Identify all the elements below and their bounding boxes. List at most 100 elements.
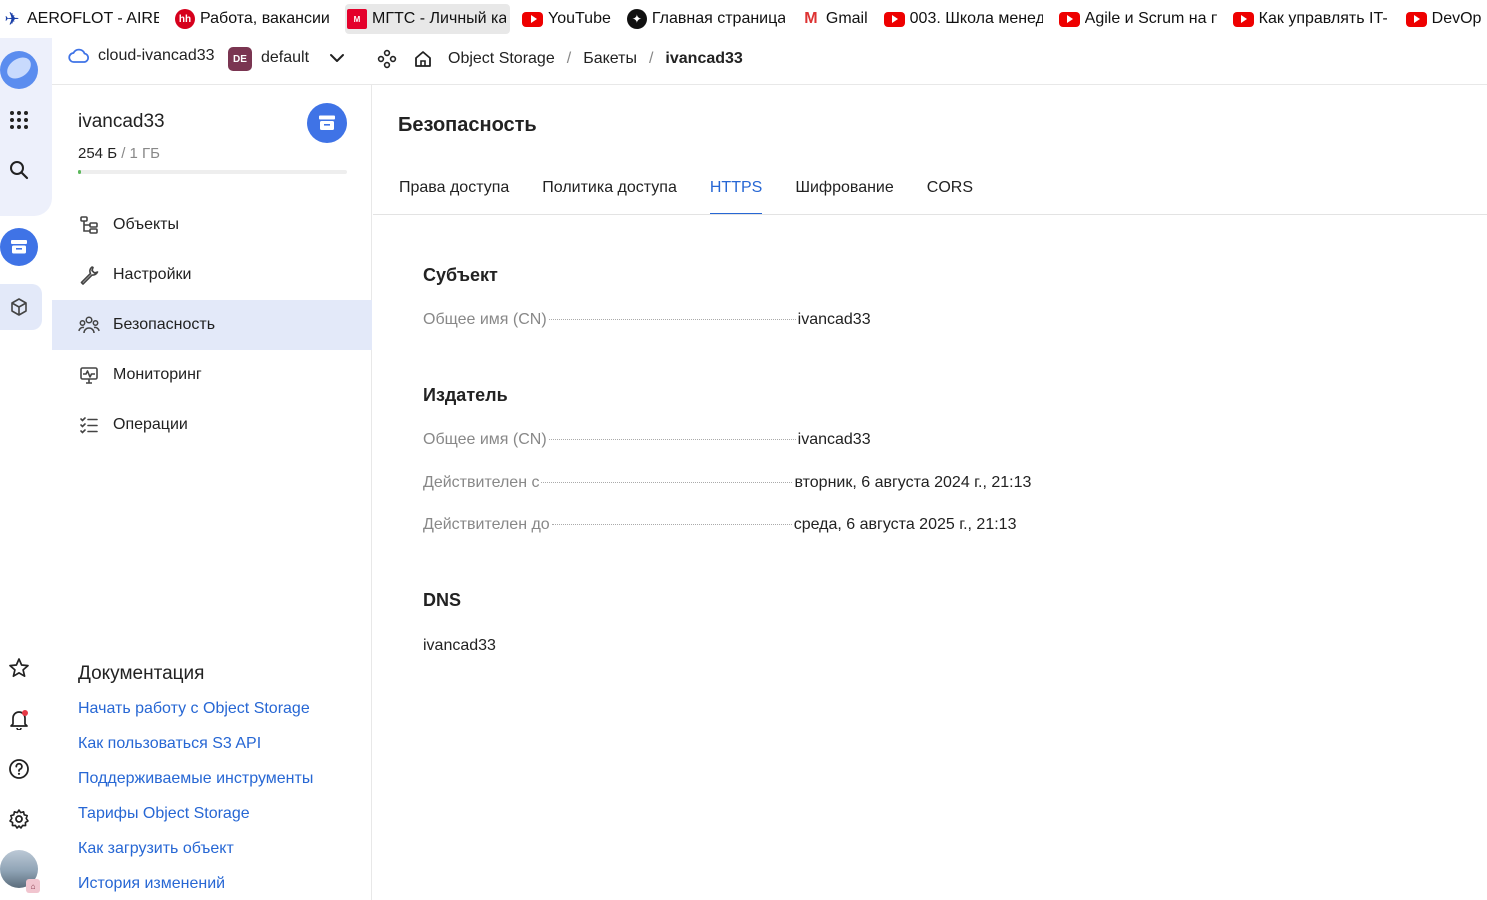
- bucket-nav: Объекты Настройки Безопасность Мониторин…: [52, 200, 372, 450]
- security-tabs: Права доступа Политика доступа HTTPS Шиф…: [399, 179, 1006, 215]
- page-title: Безопасность: [398, 114, 537, 136]
- bookmark-hh[interactable]: hh Работа, вакансии: [173, 4, 335, 34]
- subject-heading: Субъект: [423, 265, 498, 285]
- cloud-icon: [68, 48, 90, 63]
- sidebar-item-monitoring[interactable]: Мониторинг: [52, 350, 372, 400]
- youtube-icon: [1232, 11, 1254, 27]
- issuer-cn-label: Общее имя (CN): [423, 431, 547, 448]
- valid-from-row: Действителен с вторник, 6 августа 2024 г…: [423, 474, 1123, 496]
- folder-name[interactable]: default: [261, 49, 309, 67]
- bookmark-main-page[interactable]: Главная страница: [625, 4, 789, 34]
- bookmark-aeroflot[interactable]: ✈ AEROFLOT - AIRB: [0, 4, 163, 34]
- chevron-down-icon[interactable]: [329, 50, 345, 70]
- breadcrumb-buckets[interactable]: Бакеты: [583, 50, 637, 68]
- lock-badge-icon: ⌂: [26, 879, 40, 893]
- gmail-icon: M: [804, 10, 818, 27]
- gear-icon: [9, 809, 29, 829]
- sidebar-item-operations[interactable]: Операции: [52, 400, 372, 450]
- bucket-size-limit: / 1 ГБ: [117, 145, 161, 162]
- main-content: Безопасность Права доступа Политика дост…: [373, 85, 1487, 900]
- storage-active-icon: [0, 228, 38, 266]
- subject-cn-row: Общее имя (CN) ivancad33: [423, 311, 1123, 333]
- doc-link-pricing[interactable]: Тарифы Object Storage: [78, 803, 313, 838]
- breadcrumb-object-storage[interactable]: Object Storage: [448, 50, 555, 68]
- tab-access-rights[interactable]: Права доступа: [399, 179, 509, 215]
- search-button[interactable]: [0, 151, 38, 189]
- doc-link-tools[interactable]: Поддерживаемые инструменты: [78, 768, 313, 803]
- dns-heading: DNS: [423, 590, 462, 610]
- sparkle-icon: [626, 9, 647, 29]
- issuer-heading: Издатель: [423, 385, 508, 405]
- dns-value: ivancad33: [423, 637, 496, 654]
- bucket-usage-bar: [78, 170, 347, 174]
- sidebar-item-label: Операции: [113, 416, 188, 433]
- search-icon: [10, 161, 29, 180]
- bookmark-gmail[interactable]: M Gmail: [799, 4, 872, 34]
- valid-from-value: вторник, 6 августа 2024 г., 21:13: [794, 474, 1032, 491]
- bookmark-agile[interactable]: Agile и Scrum на п: [1057, 4, 1221, 34]
- list-icon: [78, 414, 100, 436]
- valid-to-row: Действителен до среда, 6 августа 2025 г.…: [423, 516, 1123, 538]
- bookmark-devops[interactable]: DevOp: [1404, 4, 1486, 34]
- cloud-logo-icon: [0, 51, 38, 89]
- sidebar-item-label: Объекты: [113, 216, 179, 233]
- breadcrumb: Object Storage / Бакеты / ivancad33: [376, 47, 743, 71]
- doc-link-getting-started[interactable]: Начать работу с Object Storage: [78, 698, 313, 733]
- help-button[interactable]: [0, 750, 38, 788]
- cube-icon: [11, 298, 27, 316]
- subject-cn-value: ivancad33: [797, 311, 871, 328]
- doc-link-changelog[interactable]: История изменений: [78, 873, 313, 900]
- youtube-icon: [1405, 11, 1427, 27]
- sidebar-item-objects[interactable]: Объекты: [52, 200, 372, 250]
- dotted-leader: [551, 524, 792, 525]
- tab-cors[interactable]: CORS: [927, 179, 973, 215]
- bucket-size-used: 254 Б: [78, 145, 118, 162]
- breadcrumb-current-bucket: ivancad33: [665, 50, 743, 67]
- valid-to-value: среда, 6 августа 2025 г., 21:13: [793, 516, 1017, 533]
- favorites-button[interactable]: [0, 649, 38, 687]
- issuer-cn-value: ivancad33: [797, 431, 871, 448]
- doc-link-upload[interactable]: Как загрузить объект: [78, 838, 313, 873]
- dotted-leader: [541, 482, 793, 483]
- home-icon[interactable]: [412, 48, 434, 70]
- sidebar-item-settings[interactable]: Настройки: [52, 250, 372, 300]
- users-icon: [78, 314, 100, 336]
- mgts-icon: M: [347, 9, 367, 29]
- tab-encryption[interactable]: Шифрование: [795, 179, 893, 215]
- help-icon: [9, 759, 29, 779]
- cloud-selector[interactable]: cloud-ivancad33: [68, 47, 215, 65]
- nodes-icon[interactable]: [376, 48, 398, 70]
- settings-button[interactable]: [0, 800, 38, 838]
- bookmark-it-manage[interactable]: Как управлять IT-: [1231, 4, 1394, 34]
- bookmark-mgts[interactable]: M МГТС - Личный ка: [345, 4, 510, 34]
- bell-icon: [10, 710, 28, 730]
- bookmark-youtube[interactable]: YouTube: [520, 4, 615, 34]
- services-grid-button[interactable]: [0, 101, 38, 139]
- cube-service-button[interactable]: [0, 288, 38, 326]
- wrench-icon: [78, 264, 100, 286]
- valid-to-label: Действителен до: [423, 516, 550, 533]
- objects-icon: [78, 214, 100, 236]
- grid-icon: [10, 111, 28, 129]
- youtube-icon: [522, 11, 543, 27]
- hh-icon: hh: [175, 9, 195, 29]
- cloud-logo-button[interactable]: [0, 51, 38, 89]
- bookmark-school[interactable]: 003. Школа менед: [882, 4, 1047, 34]
- aeroflot-icon: ✈: [4, 8, 20, 29]
- sidebar-item-security[interactable]: Безопасность: [52, 300, 372, 350]
- doc-link-s3-api[interactable]: Как пользоваться S3 API: [78, 733, 313, 768]
- notifications-button[interactable]: [0, 700, 38, 738]
- bucket-icon: [319, 115, 335, 130]
- sidebar-item-label: Настройки: [113, 266, 192, 283]
- dotted-leader: [548, 319, 796, 320]
- cloud-name: cloud-ivancad33: [98, 47, 215, 64]
- star-icon: [9, 658, 29, 678]
- youtube-icon: [1058, 11, 1080, 27]
- bucket-size: 254 Б / 1 ГБ: [78, 145, 160, 162]
- sidebar-item-label: Мониторинг: [113, 366, 202, 383]
- object-storage-rail-button[interactable]: [0, 228, 38, 266]
- valid-from-label: Действителен с: [423, 474, 540, 491]
- tab-access-policy[interactable]: Политика доступа: [542, 179, 677, 215]
- subject-cn-label: Общее имя (CN): [423, 311, 547, 328]
- tab-https[interactable]: HTTPS: [709, 179, 763, 215]
